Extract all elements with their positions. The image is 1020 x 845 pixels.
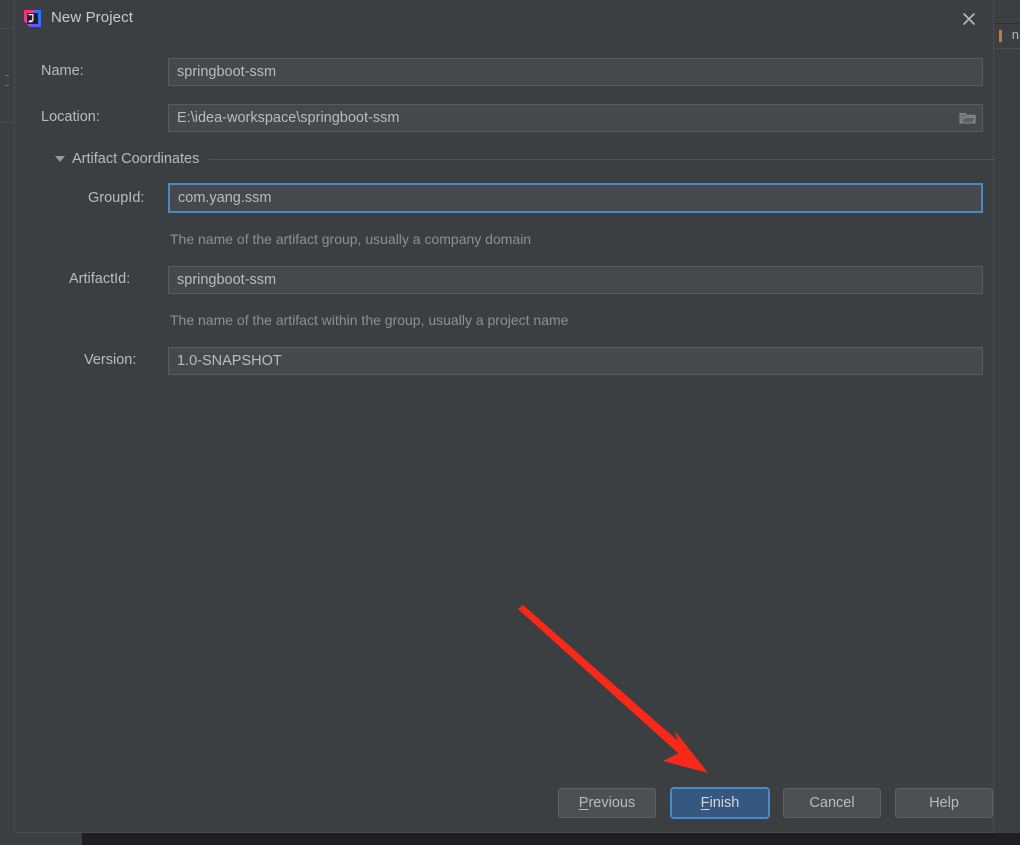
background-divider [994,48,1020,49]
gutter-divider [0,122,14,123]
section-title: Artifact Coordinates [72,151,200,167]
screen: n New Project Name: springboot-ssm Locat… [0,0,1020,845]
location-input[interactable]: E:\idea-workspace\springboot-ssm [168,104,983,132]
dialog-title: New Project [51,9,133,26]
dialog-button-bar: Previous Finish Cancel Help [15,776,995,832]
background-right-panel: n [994,0,1020,833]
gutter-tick [5,85,9,86]
background-bottom-left [0,833,82,845]
location-input-value: E:\idea-workspace\springboot-ssm [177,110,400,126]
section-divider [209,158,995,160]
gutter-divider [0,28,14,29]
intellij-idea-icon [23,9,42,28]
background-left-gutter [0,0,14,833]
artifactid-label: ArtifactId: [69,271,131,287]
background-bottom-bar [0,833,1020,845]
groupid-hint: The name of the artifact group, usually … [170,231,532,247]
artifactid-hint: The name of the artifact within the grou… [170,312,569,328]
background-code-accent [999,30,1002,42]
gutter-tick [5,75,9,76]
version-input[interactable]: 1.0-SNAPSHOT [168,347,983,375]
chevron-down-icon [55,156,65,162]
finish-button-label: Finish [700,795,740,811]
close-icon[interactable] [954,5,984,33]
help-button[interactable]: Help [895,788,993,818]
groupid-label: GroupId: [88,190,145,206]
dialog-titlebar: New Project [15,0,993,38]
finish-button[interactable]: Finish [671,788,769,818]
artifact-coordinates-section-header[interactable]: Artifact Coordinates [55,150,995,168]
location-label: Location: [41,109,100,125]
cancel-button-label: Cancel [809,795,855,811]
name-input[interactable]: springboot-ssm [168,58,983,86]
background-toolbar [994,0,1020,24]
background-code-text: n [1011,27,1019,42]
version-label: Version: [84,352,137,368]
help-button-label: Help [929,795,959,811]
folder-icon[interactable] [956,108,978,128]
name-label: Name: [41,63,84,79]
groupid-input[interactable]: com.yang.ssm [168,183,983,213]
cancel-button[interactable]: Cancel [783,788,881,818]
new-project-dialog: New Project Name: springboot-ssm Locatio… [14,0,995,833]
previous-button[interactable]: Previous [558,788,656,818]
previous-button-label: Previous [578,795,636,811]
artifactid-input[interactable]: springboot-ssm [168,266,983,294]
